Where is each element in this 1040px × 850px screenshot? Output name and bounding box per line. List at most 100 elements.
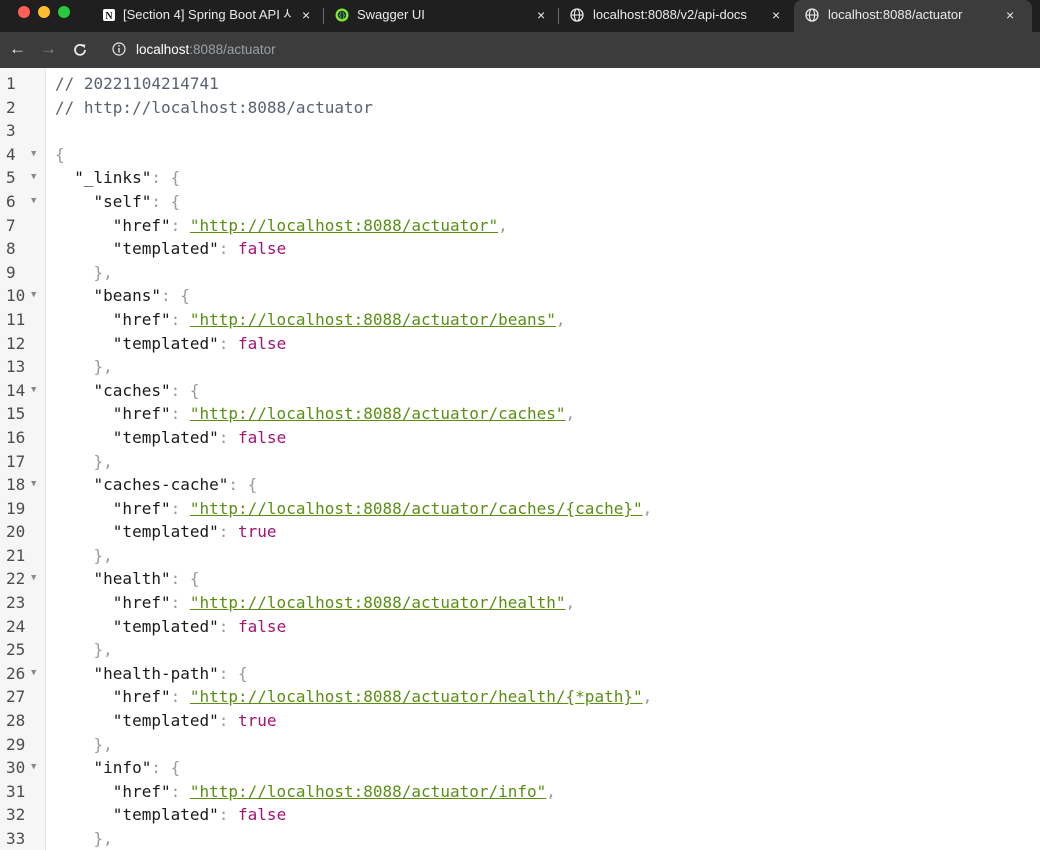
json-key: "templated" <box>112 522 219 542</box>
code-text: "templated": false <box>55 426 286 450</box>
json-key: "templated" <box>112 711 219 731</box>
json-line: 30 ▼ "info": { <box>0 756 1040 780</box>
json-line: 6 ▼ "self": { <box>0 190 1040 214</box>
json-punctuation: : { <box>160 286 190 306</box>
json-line: 4 ▼ { <box>0 143 1040 167</box>
code-text: }, <box>55 355 113 379</box>
tab-close-button[interactable]: × <box>772 0 780 30</box>
json-punctuation: }, <box>93 829 113 848</box>
tab-close-button[interactable]: × <box>1006 0 1014 30</box>
forward-button[interactable]: → <box>40 32 57 68</box>
window-minimize-button[interactable] <box>38 6 50 18</box>
json-punctuation: : <box>218 616 239 636</box>
url-path: :8088/actuator <box>189 42 276 57</box>
line-number: 20 <box>6 522 26 542</box>
line-number: 5 <box>6 168 16 188</box>
json-punctuation: : <box>218 711 239 731</box>
fold-toggle-icon[interactable]: ▼ <box>31 166 36 190</box>
tab-close-button[interactable]: × <box>537 0 545 30</box>
json-key: "templated" <box>112 427 219 447</box>
json-punctuation: , <box>565 404 576 424</box>
fold-toggle-icon[interactable]: ▼ <box>31 190 36 214</box>
reload-button[interactable] <box>72 32 90 68</box>
window-maximize-button[interactable] <box>58 6 70 18</box>
tab-actuator[interactable]: localhost:8088/actuator × <box>794 0 1032 32</box>
json-line: 8 "templated": false <box>0 237 1040 261</box>
line-number: 30 <box>6 758 26 778</box>
json-key: "href" <box>112 404 171 424</box>
line-number: 14 <box>6 380 26 400</box>
json-link-value[interactable]: "http://localhost:8088/actuator" <box>190 216 498 235</box>
json-line: 32 "templated": false <box>0 803 1040 827</box>
json-link-value[interactable]: "http://localhost:8088/actuator/caches/{… <box>190 499 643 518</box>
code-text: "href": "http://localhost:8088/actuator/… <box>55 308 566 332</box>
json-lines: 1 // 20221104214741 2 // http://localhost:8… <box>0 72 1040 850</box>
line-number: 15 <box>6 404 26 424</box>
json-link-value[interactable]: "http://localhost:8088/actuator/caches" <box>190 404 566 423</box>
json-punctuation: : <box>170 593 190 613</box>
code-text: "templated": true <box>55 520 277 544</box>
fold-toggle-icon[interactable]: ▼ <box>31 379 36 403</box>
json-punctuation: : <box>218 805 239 825</box>
tab-notion-section4[interactable]: N [Section 4] Spring Boot API 사용 × <box>92 0 322 32</box>
json-boolean-value: false <box>238 239 287 259</box>
json-line: 26 ▼ "health-path": { <box>0 662 1040 686</box>
fold-toggle-icon[interactable]: ▼ <box>31 567 36 591</box>
json-line: 23 "href": "http://localhost:8088/actuat… <box>0 591 1040 615</box>
line-number: 1 <box>6 74 16 93</box>
json-boolean-value: false <box>238 427 287 447</box>
tab-close-button[interactable]: × <box>302 0 310 30</box>
code-text: // http://localhost:8088/actuator <box>55 96 373 120</box>
back-button[interactable]: ← <box>9 32 26 68</box>
line-number: 2 <box>6 97 16 117</box>
json-line: 29 }, <box>0 733 1040 757</box>
line-number: 11 <box>6 309 26 329</box>
json-line: 19 "href": "http://localhost:8088/actuat… <box>0 497 1040 521</box>
json-link-value[interactable]: "http://localhost:8088/actuator/beans" <box>190 310 556 329</box>
json-punctuation: : { <box>151 191 181 211</box>
json-line: 2 // http://localhost:8088/actuator <box>0 96 1040 120</box>
json-punctuation: , <box>642 687 653 707</box>
line-number: 26 <box>6 663 26 683</box>
window-close-button[interactable] <box>18 6 30 18</box>
json-line: 3 <box>0 119 1040 143</box>
site-info-icon[interactable] <box>112 42 126 56</box>
json-key: "templated" <box>112 805 219 825</box>
json-punctuation: : <box>170 215 190 235</box>
tab-swagger-ui[interactable]: {} Swagger UI × <box>326 0 558 32</box>
fold-toggle-icon[interactable]: ▼ <box>31 756 36 780</box>
address-url[interactable]: localhost:8088/actuator <box>136 32 276 68</box>
json-punctuation: : { <box>170 380 200 400</box>
json-link-value[interactable]: "http://localhost:8088/actuator/health/{… <box>190 687 643 706</box>
tab-strip: N [Section 4] Spring Boot API 사용 × {} Sw… <box>0 0 1040 32</box>
json-line: 5 ▼ "_links": { <box>0 166 1040 190</box>
line-number: 31 <box>6 781 26 801</box>
json-punctuation: , <box>642 498 653 518</box>
fold-toggle-icon[interactable]: ▼ <box>31 473 36 497</box>
tab-title: localhost:8088/v2/api-docs <box>593 7 747 22</box>
json-punctuation: : <box>170 309 190 329</box>
line-number: 12 <box>6 333 26 353</box>
fold-toggle-icon[interactable]: ▼ <box>31 143 36 167</box>
fold-toggle-icon[interactable]: ▼ <box>31 662 36 686</box>
code-text: "beans": { <box>55 284 190 308</box>
code-text: "href": "http://localhost:8088/actuator/… <box>55 402 575 426</box>
json-link-value[interactable]: "http://localhost:8088/actuator/info" <box>190 782 546 801</box>
json-line: 15 "href": "http://localhost:8088/actuat… <box>0 402 1040 426</box>
fold-toggle-icon[interactable]: ▼ <box>31 284 36 308</box>
code-text: }, <box>55 733 113 757</box>
json-line: 7 "href": "http://localhost:8088/actuato… <box>0 214 1040 238</box>
json-comment: // http://localhost:8088/actuator <box>55 97 373 117</box>
json-key: "href" <box>112 215 171 235</box>
line-number: 23 <box>6 593 26 613</box>
line-number: 17 <box>6 451 26 471</box>
url-host: localhost <box>136 42 190 57</box>
json-link-value[interactable]: "http://localhost:8088/actuator/health" <box>190 593 566 612</box>
tab-api-docs[interactable]: localhost:8088/v2/api-docs × <box>560 0 792 32</box>
json-punctuation: }, <box>93 545 113 565</box>
json-boolean-value: true <box>238 711 277 731</box>
json-line: 10 ▼ "beans": { <box>0 284 1040 308</box>
notion-icon: N <box>103 9 115 22</box>
line-number: 9 <box>6 262 16 282</box>
json-line: 12 "templated": false <box>0 332 1040 356</box>
